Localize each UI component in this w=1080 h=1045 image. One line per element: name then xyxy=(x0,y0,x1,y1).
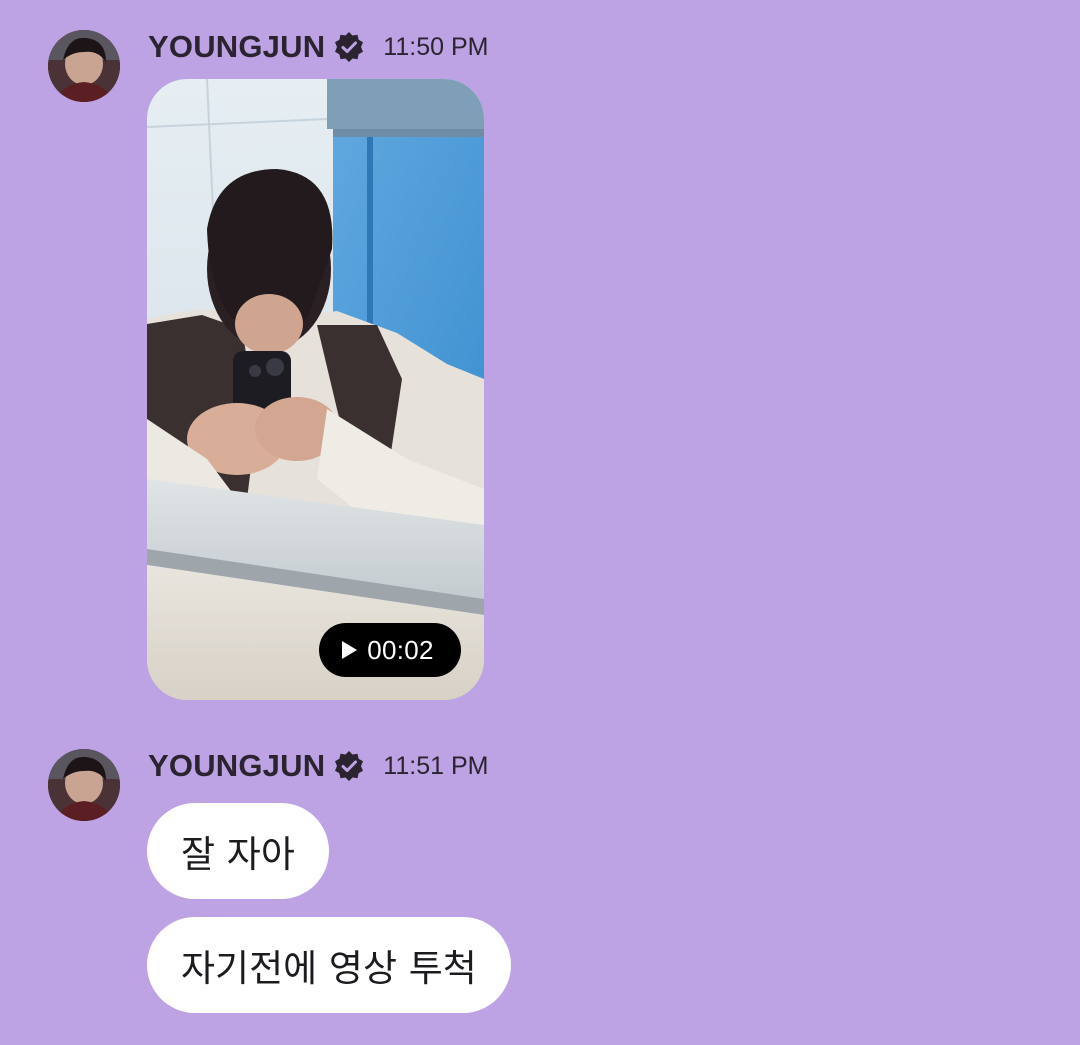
video-attachment[interactable]: 00:02 xyxy=(147,79,484,700)
verified-badge-icon xyxy=(333,31,365,63)
message-bubble[interactable]: 잘 자아 xyxy=(147,803,329,899)
verified-badge-icon xyxy=(333,750,365,782)
message-timestamp: 11:50 PM xyxy=(383,32,489,61)
message-bubble[interactable]: 자기전에 영상 투척 xyxy=(147,917,511,1013)
sender-name[interactable]: YOUNGJUN xyxy=(148,748,325,784)
message-text: 잘 자아 xyxy=(181,833,295,876)
avatar[interactable] xyxy=(48,749,120,821)
sender-name[interactable]: YOUNGJUN xyxy=(148,29,325,65)
video-duration-button[interactable]: 00:02 xyxy=(319,623,461,677)
message-header: YOUNGJUN 11:50 PM xyxy=(148,29,488,65)
video-duration: 00:02 xyxy=(367,634,434,665)
message-header: YOUNGJUN 11:51 PM xyxy=(148,748,488,784)
play-icon[interactable] xyxy=(342,641,358,659)
message-timestamp: 11:51 PM xyxy=(383,751,489,780)
message-text: 자기전에 영상 투척 xyxy=(181,947,477,990)
avatar[interactable] xyxy=(48,30,120,102)
video-thumbnail xyxy=(147,79,484,700)
